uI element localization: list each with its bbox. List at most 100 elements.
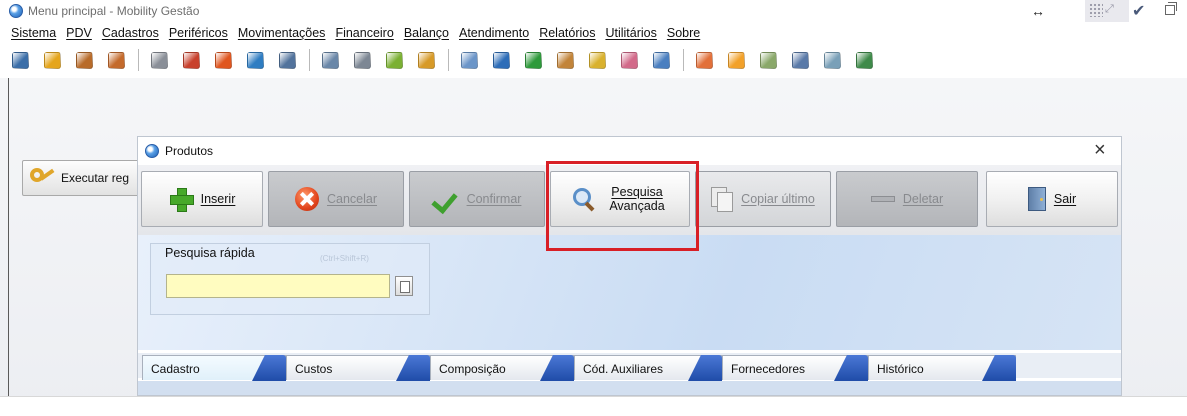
toolbar-separator <box>683 49 684 71</box>
users-group-icon[interactable] <box>179 49 203 71</box>
app-icon <box>9 4 23 18</box>
menu-item-sistema[interactable]: Sistema <box>6 26 61 40</box>
calculator-icon-glyph <box>556 51 574 69</box>
window-title: Menu principal - Mobility Gestão <box>28 4 200 18</box>
hierarchy-icon[interactable] <box>243 49 267 71</box>
tab-historico[interactable]: Histórico <box>868 355 1016 381</box>
menu-item-relatorios[interactable]: Relatórios <box>534 26 600 40</box>
quick-search-input[interactable] <box>166 274 390 298</box>
inserir-label: Inserir <box>200 192 236 206</box>
snap-grid-icon <box>1089 3 1103 17</box>
plus-icon <box>169 187 194 212</box>
people-icon[interactable] <box>211 49 235 71</box>
menu-item-cadastros[interactable]: Cadastros <box>97 26 164 40</box>
chart-icon[interactable] <box>318 49 342 71</box>
tab-custos[interactable]: Custos <box>286 355 430 381</box>
menu-item-pdv[interactable]: PDV <box>61 26 97 40</box>
cancelar-button[interactable]: Cancelar <box>268 171 404 227</box>
copy-icon <box>711 187 734 212</box>
menu-item-perifericos[interactable]: Periféricos <box>164 26 233 40</box>
fruit-icon-glyph <box>727 51 745 69</box>
expand-icon: ⤢ <box>1105 3 1114 15</box>
tab-fornecedores[interactable]: Fornecedores <box>722 355 868 381</box>
fruit-icon[interactable] <box>724 49 748 71</box>
printer-icon[interactable] <box>820 49 844 71</box>
quick-search-shortcut-hint: (Ctrl+Shift+R) <box>320 254 369 263</box>
signal-icon-glyph <box>620 51 638 69</box>
resize-icon[interactable]: ↔ <box>1031 3 1045 19</box>
hierarchy-icon-glyph <box>246 51 264 69</box>
menu-item-balanco[interactable]: Balanço <box>399 26 454 40</box>
calculator-icon[interactable] <box>553 49 577 71</box>
close-icon[interactable]: × <box>1094 139 1106 162</box>
chevron-down-icon[interactable]: ✔ <box>1132 1 1145 21</box>
tab-flap <box>252 355 286 381</box>
sair-button[interactable]: Sair <box>986 171 1118 227</box>
menu-item-utilitarios[interactable]: Utilitários <box>600 26 661 40</box>
pen-icon[interactable] <box>585 49 609 71</box>
menu-item-financeiro[interactable]: Financeiro <box>330 26 398 40</box>
toolbar-separator <box>309 49 310 71</box>
cancelar-label: Cancelar <box>326 192 378 206</box>
copiar-ultimo-button[interactable]: Copiar último <box>695 171 831 227</box>
produtos-title: Produtos <box>165 144 214 158</box>
money-icon[interactable] <box>521 49 545 71</box>
network-icon-glyph <box>855 51 873 69</box>
produtos-icon <box>145 144 159 158</box>
menu-item-movimentacoes[interactable]: Movimentações <box>233 26 331 40</box>
restore-window-icon[interactable] <box>1165 2 1177 15</box>
tab-content-area <box>138 381 1121 395</box>
tab-flap <box>396 355 430 381</box>
menu-bar: Sistema PDV Cadastros Periféricos Movime… <box>0 22 1187 43</box>
pesquisa-avancada-button[interactable]: Pesquisa Avançada <box>550 171 690 227</box>
pesquisa-avancada-label: Pesquisa Avançada <box>605 185 669 213</box>
folder-edit-icon[interactable] <box>414 49 438 71</box>
chart-icon-glyph <box>321 51 339 69</box>
execute-report-button[interactable]: Executar reg <box>22 160 152 196</box>
palette-icon[interactable] <box>382 49 406 71</box>
card-icon[interactable] <box>457 49 481 71</box>
signature-icon[interactable] <box>788 49 812 71</box>
menu-item-sobre[interactable]: Sobre <box>662 26 705 40</box>
inserir-button[interactable]: Inserir <box>141 171 263 227</box>
screen-icon[interactable] <box>147 49 171 71</box>
quick-search-label: Pesquisa rápida <box>165 246 255 260</box>
person-brown-icon[interactable] <box>72 49 96 71</box>
deletar-label: Deletar <box>902 192 944 206</box>
confirmar-button[interactable]: Confirmar <box>409 171 545 227</box>
deletar-button[interactable]: Deletar <box>836 171 978 227</box>
door-exit-icon <box>1027 187 1046 211</box>
gift-icon[interactable] <box>692 49 716 71</box>
bell-icon-glyph <box>492 51 510 69</box>
person-edit-icon-glyph <box>107 51 125 69</box>
list-icon[interactable] <box>350 49 374 71</box>
bell-icon[interactable] <box>489 49 513 71</box>
door-icon-glyph <box>11 51 29 69</box>
door-icon[interactable] <box>8 49 32 71</box>
document-edit-icon[interactable] <box>649 49 673 71</box>
pesquisa-line1: Pesquisa <box>611 185 663 199</box>
printer-icon-glyph <box>823 51 841 69</box>
grid-icon-glyph <box>278 51 296 69</box>
tab-custos-label: Custos <box>295 362 333 376</box>
produtos-window: Produtos × Inserir Cancelar Confirmar Pe… <box>137 136 1122 396</box>
person-edit-icon[interactable] <box>104 49 128 71</box>
person-yellow-icon[interactable] <box>40 49 64 71</box>
menu-item-atendimento[interactable]: Atendimento <box>454 26 534 40</box>
people-icon-glyph <box>214 51 232 69</box>
leaf-icon-glyph <box>759 51 777 69</box>
tab-cadastro[interactable]: Cadastro <box>142 355 286 381</box>
leaf-icon[interactable] <box>756 49 780 71</box>
tab-historico-label: Histórico <box>877 362 924 376</box>
tab-flap <box>688 355 722 381</box>
tab-composicao[interactable]: Composição <box>430 355 574 381</box>
execute-report-label: Executar reg <box>61 171 130 185</box>
grid-icon[interactable] <box>275 49 299 71</box>
tab-cod-auxiliares[interactable]: Cód. Auxiliares <box>574 355 722 381</box>
signal-icon[interactable] <box>617 49 641 71</box>
confirmar-label: Confirmar <box>466 192 522 206</box>
person-brown-icon-glyph <box>75 51 93 69</box>
network-icon[interactable] <box>852 49 876 71</box>
snap-layout-group[interactable]: ⤢ <box>1085 0 1129 22</box>
lookup-icon[interactable] <box>395 276 413 296</box>
